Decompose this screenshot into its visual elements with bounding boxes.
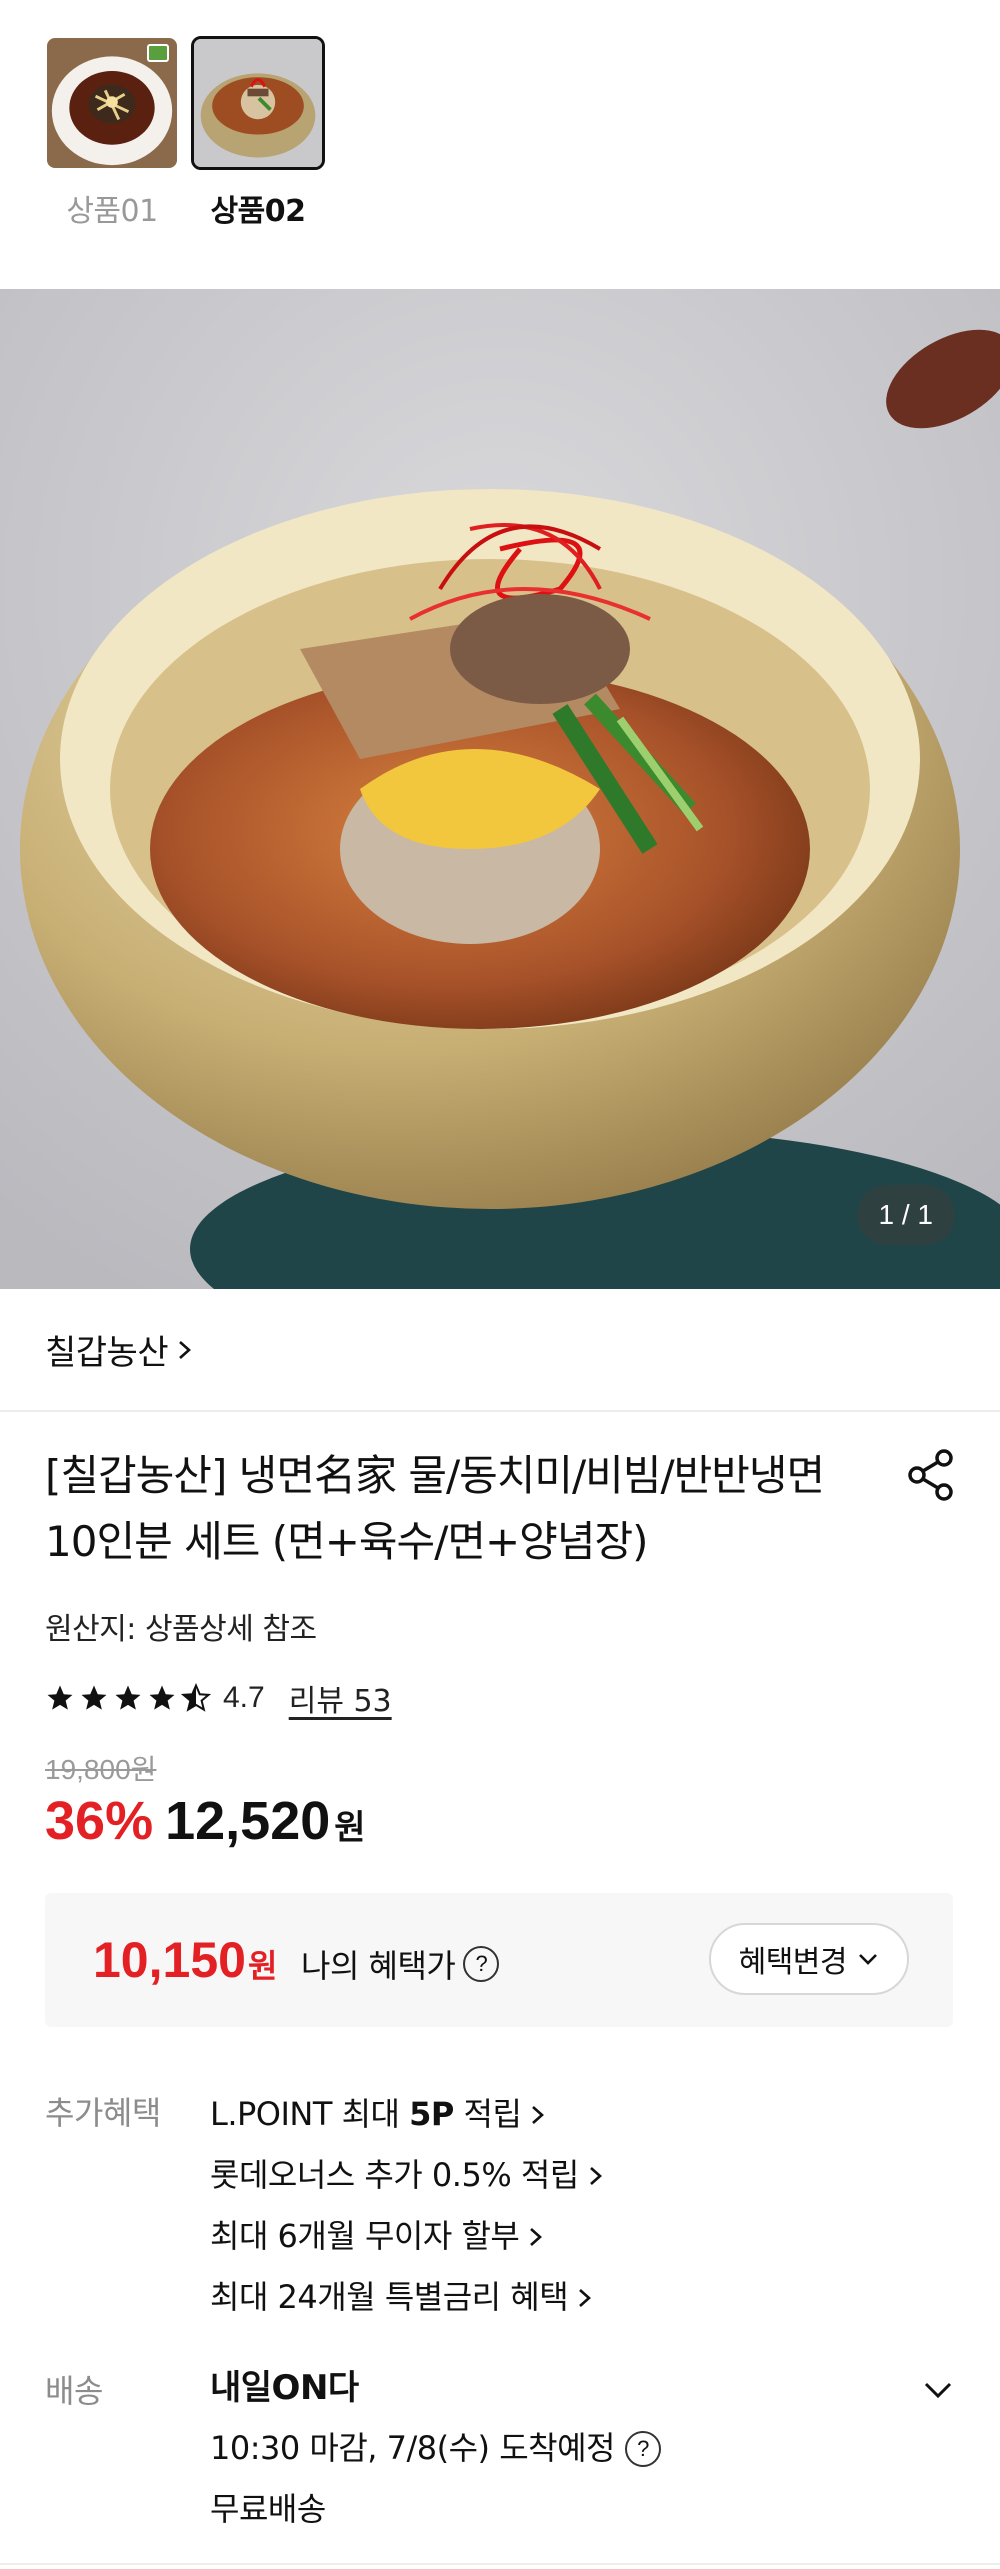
star-icon <box>47 1685 73 1710</box>
seller-name: 칠갑농산 <box>45 1333 169 1373</box>
chevron-right-icon <box>579 2288 592 2307</box>
price-unit: 원 <box>334 1808 366 1848</box>
image-counter: 1 / 1 <box>856 1185 955 1245</box>
extra-benefit-lpoint[interactable]: L.POINT 최대 5P 적립 <box>210 2084 605 2145</box>
extra-benefit-installment[interactable]: 최대 6개월 무이자 할부 <box>210 2206 605 2267</box>
option-thumbnail-2-selected[interactable] <box>191 36 325 170</box>
mul-naengmyeon-thumbnail <box>194 39 322 167</box>
section-divider <box>0 1410 1000 1412</box>
brand-badge-icon <box>147 44 169 62</box>
option-label-1: 상품01 <box>66 194 158 229</box>
benefit-price: 10,150원 <box>93 1931 277 1989</box>
naengmyeon-bowl-illustration <box>0 289 1000 1289</box>
rating-row: 4.7 리뷰 53 <box>45 1676 392 1720</box>
shipping-arrival-text: 10:30 마감, 7/8(수) 도착예정 <box>210 2429 615 2467</box>
extra-benefit-label: 추가혜택 <box>45 2094 161 2132</box>
chevron-down-icon[interactable] <box>918 2370 958 2410</box>
price-row: 36% 12,520 원 <box>45 1790 366 1852</box>
extra-benefit-special-rate[interactable]: 최대 24개월 특별금리 혜택 <box>210 2267 605 2328</box>
extra-benefit-lotte-owners[interactable]: 롯데오너스 추가 0.5% 적립 <box>210 2145 605 2206</box>
chevron-right-icon <box>530 2227 543 2246</box>
option-label-2: 상품02 <box>210 194 306 229</box>
lpoint-prefix: L.POINT 최대 <box>210 2095 410 2133</box>
benefit-label: 나의 혜택가 ? <box>301 1941 500 1987</box>
chevron-down-icon <box>859 1954 877 1965</box>
star-icon <box>81 1685 107 1710</box>
chevron-right-icon <box>532 2105 545 2124</box>
sale-price: 12,520 <box>165 1791 331 1851</box>
extra-benefit-list: L.POINT 최대 5P 적립 롯데오너스 추가 0.5% 적립 최대 6개월… <box>210 2084 605 2328</box>
question-icon[interactable]: ? <box>463 1946 500 1982</box>
discount-rate: 36% <box>45 1791 154 1851</box>
installment-text: 최대 6개월 무이자 할부 <box>210 2217 520 2255</box>
star-rating <box>45 1683 211 1713</box>
product-title: [칠갑농산] 냉면名家 물/동치미/비빔/반반냉면 10인분 세트 (면+육수/… <box>45 1451 825 1566</box>
bottom-divider <box>0 2563 1000 2565</box>
chevron-right-icon <box>179 1340 192 1359</box>
original-price: 19,800원 <box>45 1754 157 1785</box>
benefit-price-unit: 원 <box>247 1948 278 1984</box>
benefit-price-value: 10,150 <box>93 1932 246 1988</box>
star-icon <box>149 1685 175 1710</box>
option-item-2[interactable]: 상품02 <box>191 36 325 230</box>
lpoint-text: L.POINT 최대 5P 적립 <box>210 2084 522 2145</box>
review-link[interactable]: 리뷰 53 <box>289 1676 392 1720</box>
product-main-image[interactable]: 1 / 1 <box>0 289 1000 1289</box>
change-benefit-label: 혜택변경 <box>738 1945 848 1980</box>
share-icon[interactable] <box>904 1448 958 1502</box>
option-item-1[interactable]: 상품01 <box>45 36 179 230</box>
shipping-fee: 무료배송 <box>210 2490 326 2528</box>
lpoint-suffix: 적립 <box>453 2095 522 2133</box>
special-rate-text: 최대 24개월 특별금리 혜택 <box>210 2278 569 2316</box>
option-selector: 상품01 상품02 <box>45 36 325 230</box>
shipping-title: 내일ON다 <box>210 2368 359 2408</box>
benefit-label-text: 나의 혜택가 <box>301 1947 456 1985</box>
change-benefit-button[interactable]: 혜택변경 <box>708 1923 909 1995</box>
shipping-label: 배송 <box>45 2372 103 2410</box>
lpoint-amount: 5P <box>409 2095 454 2133</box>
shipping-arrival: 10:30 마감, 7/8(수) 도착예정 ? <box>210 2418 661 2479</box>
benefit-price-box: 10,150원 나의 혜택가 ? 혜택변경 <box>45 1893 953 2027</box>
seller-link[interactable]: 칠갑농산 <box>45 1325 194 1374</box>
shipping-info: 내일ON다 10:30 마감, 7/8(수) 도착예정 ? 무료배송 <box>210 2358 661 2540</box>
question-icon[interactable]: ? <box>624 2430 661 2467</box>
star-icon <box>115 1685 141 1710</box>
origin-info: 원산지: 상품상세 참조 <box>45 1612 317 1647</box>
lotte-owners-text: 롯데오너스 추가 0.5% 적립 <box>210 2156 579 2194</box>
star-half-icon <box>181 1683 211 1712</box>
rating-value: 4.7 <box>223 1681 265 1714</box>
chevron-right-icon <box>589 2166 602 2185</box>
option-thumbnail-1[interactable] <box>45 36 179 170</box>
